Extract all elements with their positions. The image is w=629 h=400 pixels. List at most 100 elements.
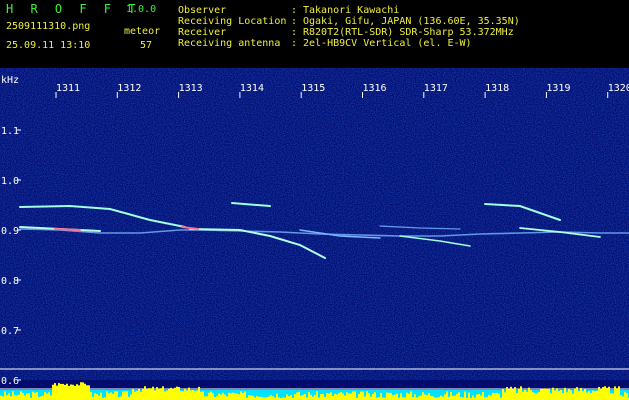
- info-label: Receiver: [178, 27, 227, 38]
- level-bar-segment: [50, 395, 52, 400]
- level-bar-segment: [472, 395, 474, 400]
- level-bar-segment: [468, 392, 470, 400]
- level-bar-segment: [224, 394, 226, 400]
- level-bar-segment: [290, 394, 292, 400]
- level-bar-segment: [548, 389, 550, 400]
- level-bar-segment: [372, 393, 374, 400]
- level-bar-segment: [568, 388, 570, 400]
- level-bar-segment: [332, 395, 334, 400]
- level-bar-segment: [98, 395, 100, 400]
- level-bar-segment: [58, 383, 60, 400]
- level-bar-segment: [154, 390, 156, 400]
- level-bar-segment: [2, 396, 4, 400]
- level-bar-segment: [444, 394, 446, 400]
- level-bar-segment: [456, 393, 458, 400]
- level-bar-segment: [6, 395, 8, 400]
- level-bar-segment: [316, 391, 318, 400]
- level-bar-segment: [210, 391, 212, 400]
- level-bar-segment: [132, 388, 134, 400]
- level-bar-segment: [320, 394, 322, 400]
- level-bar-segment: [348, 393, 350, 400]
- level-bar-segment: [330, 392, 332, 400]
- level-bar-segment: [600, 388, 602, 400]
- level-bar-segment: [514, 387, 516, 400]
- y-tick-label: 1.1: [1, 126, 19, 137]
- level-bar-segment: [338, 393, 340, 400]
- level-bar-segment: [580, 387, 582, 400]
- level-bar-segment: [410, 391, 412, 400]
- level-bar-segment: [616, 388, 618, 400]
- meteor-count: 57: [140, 40, 153, 51]
- level-bar-segment: [140, 391, 142, 400]
- level-bar-segment: [526, 391, 528, 400]
- level-bar-segment: [4, 391, 6, 400]
- level-bar-segment: [268, 396, 270, 400]
- level-bar-segment: [178, 387, 180, 400]
- level-bar-segment: [80, 382, 82, 400]
- level-bar-segment: [46, 393, 48, 400]
- info-value: Ogaki, Gifu, JAPAN (136.60E, 35.35N): [303, 16, 520, 27]
- level-bar-segment: [582, 391, 584, 400]
- level-bar-segment: [388, 392, 390, 400]
- level-bar-segment: [54, 383, 56, 400]
- y-tick-label: 0.7: [1, 326, 19, 337]
- level-bar-segment: [550, 393, 552, 400]
- level-bar-segment: [308, 392, 310, 400]
- level-bar-segment: [620, 395, 622, 400]
- x-tick-label: 1319: [546, 83, 570, 94]
- level-bar-segment: [588, 390, 590, 400]
- level-bar-segment: [238, 394, 240, 400]
- level-bar-segment: [314, 395, 316, 400]
- level-bar-segment: [540, 389, 542, 400]
- level-bar-segment: [396, 393, 398, 400]
- level-bar-segment: [334, 393, 336, 400]
- level-bar-segment: [518, 388, 520, 400]
- info-separator: :: [291, 27, 298, 38]
- level-bar-segment: [564, 387, 566, 400]
- level-bar-segment: [120, 396, 122, 400]
- level-bar-segment: [562, 393, 564, 400]
- level-bar-segment: [156, 387, 158, 400]
- level-bar-segment: [426, 394, 428, 400]
- level-bar-segment: [328, 393, 330, 400]
- level-bar-segment: [48, 392, 50, 400]
- level-bar-segment: [572, 393, 574, 400]
- level-bar-segment: [570, 390, 572, 400]
- level-bar-segment: [446, 391, 448, 400]
- level-bar-segment: [228, 392, 230, 400]
- level-bar-segment: [586, 392, 588, 400]
- level-bar-segment: [24, 395, 26, 400]
- y-tick-label: 0.9: [1, 226, 19, 237]
- level-bar-segment: [520, 386, 522, 400]
- level-bar-segment: [524, 389, 526, 400]
- level-bar-segment: [302, 394, 304, 400]
- level-bar-segment: [194, 390, 196, 400]
- level-bar-segment: [612, 393, 614, 400]
- level-bar-segment: [146, 389, 148, 400]
- level-bar-segment: [368, 392, 370, 400]
- level-bar-segment: [452, 395, 454, 400]
- level-bar-segment: [406, 392, 408, 400]
- level-bar-segment: [8, 393, 10, 400]
- level-bar-segment: [136, 390, 138, 400]
- level-bar-segment: [226, 396, 228, 400]
- level-bar-segment: [614, 386, 616, 400]
- level-bar-segment: [218, 393, 220, 400]
- info-row-observer: Observer: Takanori Kawachi: [178, 5, 520, 16]
- level-bar-segment: [216, 396, 218, 400]
- level-bar-segment: [14, 394, 16, 400]
- level-bar-segment: [428, 393, 430, 400]
- level-bar-segment: [34, 392, 36, 400]
- app-title: H R O F F T: [6, 2, 141, 16]
- level-bar-segment: [250, 395, 252, 400]
- spectrogram-plot: kHz 1311 1312 1313 1314 1315 1316 1317 1318 1319…: [0, 68, 629, 400]
- level-bar-segment: [322, 393, 324, 400]
- file-name: 2509111310.png: [6, 21, 91, 32]
- level-bar-segment: [414, 394, 416, 400]
- level-bar-segment: [18, 394, 20, 400]
- level-bar-segment: [42, 395, 44, 400]
- level-bar-segment: [442, 396, 444, 400]
- level-bar-segment: [490, 395, 492, 400]
- level-bar-segment: [110, 392, 112, 400]
- level-bar-segment: [188, 387, 190, 400]
